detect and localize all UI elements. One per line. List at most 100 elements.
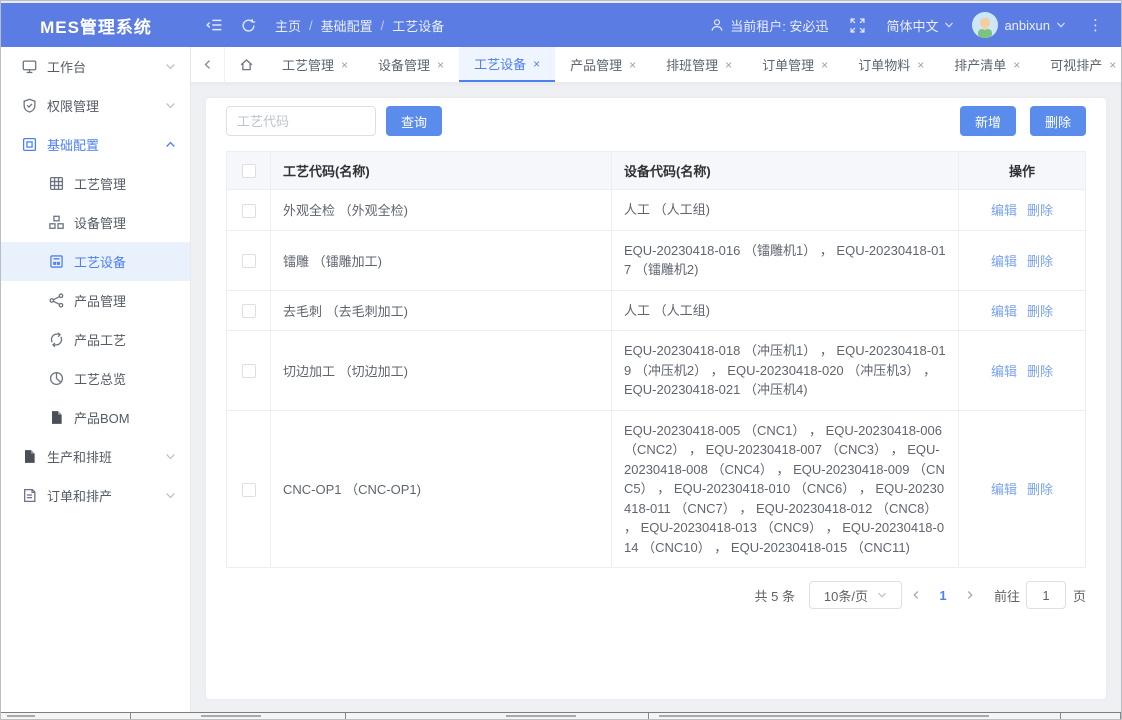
select-all-checkbox[interactable] [242, 164, 256, 178]
top-header: MES管理系统 主页 / 基础配置 / 工艺设备 当前租户: 安必迅 [1, 3, 1121, 47]
language-selector[interactable]: 简体中文 [886, 16, 954, 35]
prev-page-icon[interactable] [902, 588, 930, 603]
share-icon [48, 293, 64, 308]
frame-icon [21, 137, 37, 152]
clipboard-icon [21, 488, 37, 503]
breadcrumb-separator: / [381, 18, 385, 33]
close-icon[interactable]: × [1109, 58, 1116, 72]
tab-equipment-management[interactable]: 设备管理 × [363, 47, 459, 82]
page-number[interactable]: 1 [930, 588, 956, 603]
header-right: 当前租户: 安必迅 简体中文 [710, 12, 1121, 38]
table-row: 外观全检 （外观全检) 人工 （人工组) 编辑删除 [227, 190, 1086, 231]
edit-link[interactable]: 编辑 [991, 254, 1017, 269]
more-options-icon[interactable]: ⋮ [1084, 16, 1107, 34]
sidebar-item-equipment-management[interactable]: 设备管理 [1, 203, 190, 242]
fullscreen-icon[interactable] [846, 14, 868, 36]
tab-visual-scheduling[interactable]: 可视排产× [1035, 47, 1122, 82]
delete-link[interactable]: 删除 [1027, 304, 1053, 319]
edit-link[interactable]: 编辑 [991, 364, 1017, 379]
sidebar-item-basic-config[interactable]: 基础配置 [1, 125, 190, 164]
sidebar-item-order-scheduling[interactable]: 订单和排产 [1, 476, 190, 515]
edit-link[interactable]: 编辑 [991, 203, 1017, 218]
tabs-scroll-left-icon[interactable] [191, 47, 225, 82]
row-checkbox[interactable] [242, 304, 256, 318]
tab-scheduling-list[interactable]: 排产清单 × [939, 47, 1035, 82]
user-menu[interactable]: anbixun [972, 12, 1066, 38]
breadcrumb-home[interactable]: 主页 [275, 16, 301, 35]
breadcrumb-basic-config[interactable]: 基础配置 [321, 16, 373, 35]
tab-product-management[interactable]: 产品管理× [555, 47, 651, 82]
tab-label: 排产清单 [954, 55, 1006, 74]
sidebar-item-production-scheduling[interactable]: 生产和排班 [1, 437, 190, 476]
row-checkbox[interactable] [242, 364, 256, 378]
tab-label: 订单物料 [858, 55, 910, 74]
edit-link[interactable]: 编辑 [991, 482, 1017, 497]
sidebar-item-permission-management[interactable]: 权限管理 [1, 86, 190, 125]
tenant-label: 当前租户: 安必迅 [730, 16, 828, 35]
app-window: MES管理系统 主页 / 基础配置 / 工艺设备 当前租户: 安必迅 [0, 0, 1122, 720]
delete-link[interactable]: 删除 [1027, 482, 1053, 497]
tab-shift-management[interactable]: 排班管理 × [651, 47, 747, 82]
sidebar-item-product-management[interactable]: 产品管理 [1, 281, 190, 320]
sidebar-item-workbench[interactable]: 工作台 [1, 47, 190, 86]
edit-link[interactable]: 编辑 [991, 304, 1017, 319]
sidebar-item-label: 工艺设备 [74, 252, 176, 271]
sidebar-item-process-management[interactable]: 工艺管理 [1, 164, 190, 203]
tab-process-management[interactable]: 工艺管理× [267, 47, 363, 82]
close-icon[interactable]: × [917, 58, 924, 72]
shield-check-icon [21, 98, 37, 113]
tab-label: 排班管理 [666, 55, 718, 74]
avatar [972, 12, 998, 38]
background-window-strip [1, 712, 1121, 719]
home-tab-icon[interactable] [225, 47, 267, 82]
chevron-down-icon [165, 490, 176, 501]
sidebar-item-product-process[interactable]: 产品工艺 [1, 320, 190, 359]
sidebar-item-product-bom[interactable]: 产品BOM [1, 398, 190, 437]
close-icon[interactable]: × [725, 58, 732, 72]
page-size-select[interactable]: 10条/页 [809, 581, 902, 609]
content-card: 查询 新增 删除 工艺代码(名称) 设备代码(名称) 操作 [206, 98, 1106, 699]
delete-link[interactable]: 删除 [1027, 203, 1053, 218]
row-checkbox[interactable] [242, 204, 256, 218]
add-button[interactable]: 新增 [960, 106, 1016, 136]
username-label: anbixun [1004, 18, 1050, 33]
equipment-cell: EQU-20230418-016 （镭雕机1） ， EQU-20230418-0… [612, 230, 959, 290]
chevron-down-icon [1056, 20, 1066, 30]
loop-icon [48, 332, 64, 347]
close-icon[interactable]: × [629, 58, 636, 72]
delete-link[interactable]: 删除 [1027, 254, 1053, 269]
tab-process-equipment[interactable]: 工艺设备× [459, 47, 555, 82]
tab-order-management[interactable]: 订单管理× [747, 47, 843, 82]
close-icon[interactable]: × [1013, 58, 1020, 72]
pagination-total: 共 5 条 [755, 586, 795, 605]
equipment-cell: EQU-20230418-018 （冲压机1） ， EQU-20230418-0… [612, 331, 959, 411]
breadcrumb-separator: / [309, 18, 313, 33]
sidebar-item-label: 产品BOM [74, 408, 176, 427]
next-page-icon[interactable] [956, 588, 984, 603]
goto-page-input[interactable] [1026, 581, 1066, 609]
delete-button[interactable]: 删除 [1030, 106, 1086, 136]
row-checkbox[interactable] [242, 254, 256, 268]
menu-fold-icon[interactable] [203, 14, 225, 36]
chevron-down-icon [944, 20, 954, 30]
process-cell: 镭雕 （镭雕加工) [271, 230, 612, 290]
sidebar-item-process-overview[interactable]: 工艺总览 [1, 359, 190, 398]
close-icon[interactable]: × [437, 58, 444, 72]
tab-order-materials[interactable]: 订单物料 × [843, 47, 939, 82]
sidebar-item-process-equipment[interactable]: 工艺设备 [1, 242, 190, 281]
table-row: 切边加工 （切边加工) EQU-20230418-018 （冲压机1） ， EQ… [227, 331, 1086, 411]
search-input[interactable] [226, 106, 376, 136]
process-equipment-table: 工艺代码(名称) 设备代码(名称) 操作 外观全检 （外观全检) 人工 （人工组… [226, 151, 1086, 568]
row-checkbox[interactable] [242, 483, 256, 497]
sidebar-item-label: 产品管理 [74, 291, 176, 310]
search-button[interactable]: 查询 [386, 106, 442, 136]
chevron-down-icon [165, 451, 176, 462]
delete-link[interactable]: 删除 [1027, 364, 1053, 379]
tab-label: 设备管理 [378, 55, 430, 74]
close-icon[interactable]: × [341, 58, 348, 72]
refresh-icon[interactable] [237, 14, 259, 36]
close-icon[interactable]: × [533, 57, 540, 71]
equipment-cell: EQU-20230418-005 （CNC1） ， EQU-20230418-0… [612, 410, 959, 568]
tenant-indicator: 当前租户: 安必迅 [710, 16, 828, 35]
close-icon[interactable]: × [821, 58, 828, 72]
